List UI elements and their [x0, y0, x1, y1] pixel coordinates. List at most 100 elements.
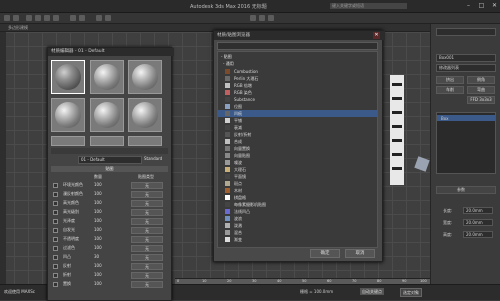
map-slot-button[interactable]: 无 — [131, 227, 163, 234]
material-name-field[interactable]: 01 - Default — [78, 156, 142, 164]
cancel-button[interactable]: 取消 — [345, 249, 375, 258]
map-row[interactable]: 凹凸 30 无 — [51, 254, 166, 261]
map-row[interactable]: 高光颜色 100 无 — [51, 200, 166, 207]
map-list-item[interactable]: 法线凹凸 — [218, 208, 377, 215]
close-icon[interactable]: ✕ — [489, 2, 500, 10]
map-enable-checkbox[interactable] — [53, 246, 58, 251]
map-amount[interactable]: 30 — [94, 254, 99, 260]
map-enable-checkbox[interactable] — [53, 192, 58, 197]
maximize-icon[interactable]: □ — [476, 2, 487, 10]
modifier-button-3[interactable]: 车削 — [436, 86, 464, 94]
modifier-stack[interactable]: Box — [436, 112, 496, 174]
map-slot-button[interactable]: 无 — [131, 272, 163, 279]
map-list-item[interactable]: 木材 — [218, 187, 377, 194]
map-list-item[interactable]: 混合 — [218, 229, 377, 236]
map-list-item[interactable]: 泼溅 — [218, 222, 377, 229]
parameters-rollout-header[interactable]: 参数 — [436, 186, 496, 194]
material-slot-3[interactable] — [128, 60, 162, 94]
map-list-item[interactable]: Substance — [218, 96, 377, 103]
material-slot-5[interactable] — [90, 98, 124, 132]
map-amount[interactable]: 100 — [94, 227, 102, 233]
group-header-maps[interactable]: - 贴图 — [218, 53, 377, 60]
modifier-button-5[interactable]: FFD 3x3x3 — [467, 96, 495, 104]
map-list-item[interactable]: 位图 — [218, 103, 377, 110]
map-enable-checkbox[interactable] — [53, 183, 58, 188]
map-enable-checkbox[interactable] — [53, 273, 58, 278]
map-row[interactable]: 光泽度 100 无 — [51, 218, 166, 225]
map-row[interactable]: 漫反射颜色 100 无 — [51, 191, 166, 198]
material-slot-7[interactable] — [51, 136, 85, 146]
scale-icon[interactable] — [53, 15, 59, 21]
map-slot-button[interactable]: 无 — [131, 245, 163, 252]
map-slot-button[interactable]: 无 — [131, 209, 163, 216]
map-row[interactable]: 高光级别 100 无 — [51, 209, 166, 216]
map-row[interactable]: 环境光颜色 100 无 — [51, 182, 166, 189]
map-row[interactable]: 反射 100 无 — [51, 263, 166, 270]
object-name-field[interactable]: Box001 — [436, 54, 496, 62]
map-amount[interactable]: 100 — [94, 218, 102, 224]
map-enable-checkbox[interactable] — [53, 201, 58, 206]
ok-button[interactable]: 确定 — [310, 249, 340, 258]
select-icon[interactable] — [26, 15, 32, 21]
map-list-item[interactable]: Combustion — [218, 68, 377, 75]
map-browser-search-input[interactable] — [217, 42, 378, 50]
material-slot-8[interactable] — [90, 136, 124, 146]
modifier-button-4[interactable]: 弯曲 — [467, 86, 495, 94]
stack-item-selected[interactable]: Box — [437, 115, 495, 121]
search-input[interactable]: 键入关键字或短语 — [330, 3, 407, 9]
map-amount[interactable]: 100 — [94, 200, 102, 206]
material-slot-6[interactable] — [128, 98, 162, 132]
map-slot-button[interactable]: 无 — [131, 263, 163, 270]
map-list-item[interactable]: RGB 染色 — [218, 89, 377, 96]
map-enable-checkbox[interactable] — [53, 228, 58, 233]
map-amount[interactable]: 100 — [94, 191, 102, 197]
move-icon[interactable] — [35, 15, 41, 21]
map-slot-button[interactable]: 无 — [131, 281, 163, 288]
map-row[interactable]: 过滤色 100 无 — [51, 245, 166, 252]
map-row[interactable]: 置换 100 无 — [51, 281, 166, 288]
material-slot-9[interactable] — [128, 136, 162, 146]
length-field[interactable]: 20.0mm — [463, 207, 493, 214]
map-list-item[interactable]: 大理石 — [218, 166, 377, 173]
modifier-list-dropdown[interactable]: 修改器列表 — [436, 64, 496, 72]
width-field[interactable]: 20.0mm — [463, 219, 493, 226]
map-slot-button[interactable]: 无 — [131, 191, 163, 198]
map-enable-checkbox[interactable] — [53, 210, 58, 215]
map-amount[interactable]: 100 — [94, 209, 102, 215]
mirror-icon[interactable] — [96, 15, 102, 21]
command-panel-tabs[interactable] — [436, 28, 496, 36]
map-slot-button[interactable]: 无 — [131, 200, 163, 207]
map-amount[interactable]: 100 — [94, 272, 102, 278]
close-icon[interactable]: ✕ — [373, 32, 380, 39]
map-slot-button[interactable]: 无 — [131, 254, 163, 261]
redo-icon[interactable] — [13, 15, 19, 21]
modifier-button-1[interactable]: 挤出 — [436, 76, 464, 84]
map-list-item[interactable]: 每像素摄影机贴图 — [218, 201, 377, 208]
map-list-item[interactable]: 斑点 — [218, 180, 377, 187]
map-list-item[interactable]: RGB 倍增 — [218, 82, 377, 89]
map-row[interactable]: 自发光 100 无 — [51, 227, 166, 234]
map-amount[interactable]: 100 — [94, 281, 102, 287]
map-amount[interactable]: 100 — [94, 263, 102, 269]
material-editor-toolbar[interactable] — [51, 148, 168, 154]
map-amount[interactable]: 100 — [94, 236, 102, 242]
material-slot-1[interactable] — [51, 60, 85, 94]
map-list-item[interactable]: 反射/折射 — [218, 131, 377, 138]
map-list-item[interactable]: 衰减 — [218, 124, 377, 131]
angle-snap-icon[interactable] — [79, 15, 85, 21]
map-row[interactable]: 折射 100 无 — [51, 272, 166, 279]
map-slot-button[interactable]: 无 — [131, 218, 163, 225]
map-slot-button[interactable]: 无 — [131, 236, 163, 243]
map-list-item[interactable]: 平面镜 — [218, 173, 377, 180]
group-header-general[interactable]: - 通用 — [218, 60, 377, 67]
map-enable-checkbox[interactable] — [53, 219, 58, 224]
map-enable-checkbox[interactable] — [53, 282, 58, 287]
map-slot-button[interactable]: 无 — [131, 182, 163, 189]
map-list-item[interactable]: 凹痕 — [218, 110, 377, 117]
render-setup-icon[interactable] — [259, 15, 265, 21]
map-row[interactable]: 不透明度 100 无 — [51, 236, 166, 243]
map-list-item[interactable]: 棋盘格 — [218, 194, 377, 201]
map-enable-checkbox[interactable] — [53, 255, 58, 260]
material-editor-icon[interactable] — [250, 15, 256, 21]
selection-filter-dropdown[interactable]: 选定对象 — [400, 288, 422, 297]
